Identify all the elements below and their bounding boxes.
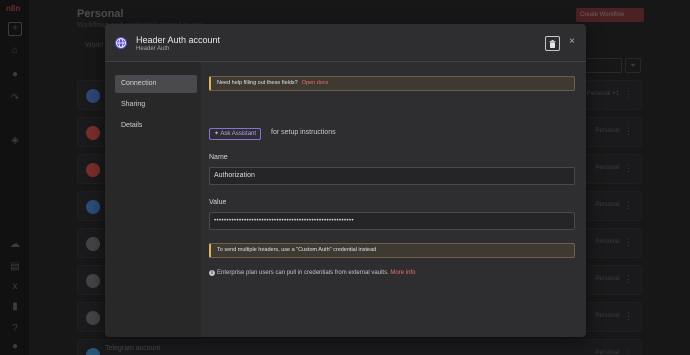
name-label: Name [209, 154, 228, 161]
value-field[interactable]: ••••••••••••••••••••••••••••••••••••••••… [209, 212, 575, 230]
modal-sidebar: Connection Sharing Details [105, 62, 201, 337]
value-label: Value [209, 199, 227, 206]
headers-notice: To send multiple headers, use a "Custom … [209, 243, 575, 258]
enterprise-info: i Enterprise plan users can pull in crede… [209, 270, 415, 276]
close-icon[interactable]: × [567, 36, 577, 48]
modal-content: Need help filling out these fields? Open … [201, 62, 586, 337]
enterprise-text: Enterprise plan users can pull in creden… [217, 270, 389, 276]
trash-icon[interactable] [545, 36, 560, 51]
globe-icon [115, 37, 127, 49]
ask-assistant-button[interactable]: ✦ Ask Assistant [209, 128, 262, 140]
modal-header: Header Auth account Header Auth × [105, 24, 586, 62]
help-notice: Need help filling out these fields? Open … [209, 76, 575, 91]
sidebar-item-sharing[interactable]: Sharing [115, 96, 197, 114]
open-docs-link[interactable]: Open docs [302, 80, 329, 86]
info-icon: i [209, 270, 215, 276]
modal-subtitle: Header Auth [136, 46, 170, 52]
help-notice-text: Need help filling out these fields? [217, 80, 298, 86]
sidebar-item-connection[interactable]: Connection [115, 75, 197, 93]
credential-modal: Header Auth account Header Auth × Connec… [105, 24, 586, 337]
modal-title: Header Auth account [136, 35, 221, 45]
assistant-hint: for setup instructions [271, 129, 336, 136]
more-info-link[interactable]: More info [390, 270, 415, 276]
sidebar-item-details[interactable]: Details [115, 117, 197, 135]
name-field[interactable]: Authorization [209, 167, 575, 185]
